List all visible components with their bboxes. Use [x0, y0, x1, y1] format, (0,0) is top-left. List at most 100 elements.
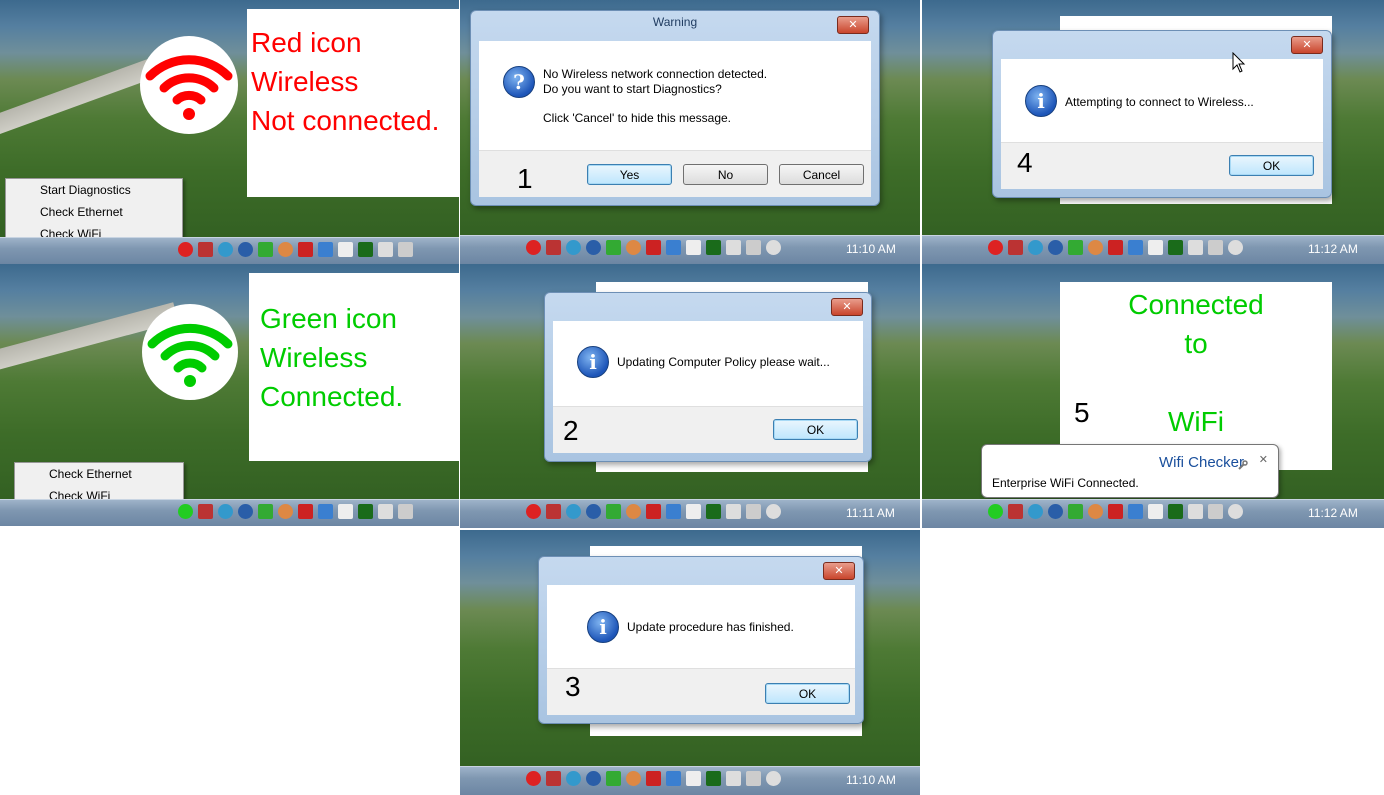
signal-icon[interactable]: [1208, 240, 1223, 255]
clipboard-icon[interactable]: [686, 240, 701, 255]
sync-tray-icon[interactable]: [1028, 504, 1043, 519]
app-tray-icon[interactable]: [626, 771, 641, 786]
display-tray-icon[interactable]: [666, 240, 681, 255]
clock[interactable]: 11:10 AM: [846, 773, 896, 787]
clipboard-icon[interactable]: [338, 242, 353, 257]
clipboard-icon[interactable]: [686, 771, 701, 786]
chip-icon[interactable]: [1168, 240, 1183, 255]
menu-start-diagnostics[interactable]: Start Diagnostics: [6, 179, 182, 201]
flag-icon[interactable]: [726, 504, 741, 519]
network-tray-icon[interactable]: [198, 242, 213, 257]
network-tray-icon[interactable]: [1008, 240, 1023, 255]
balloon-close-button[interactable]: ✕: [1259, 453, 1268, 466]
flag-icon[interactable]: [1188, 504, 1203, 519]
wifi-tray-icon[interactable]: [178, 242, 193, 257]
menu-check-ethernet[interactable]: Check Ethernet: [15, 463, 183, 485]
sync-tray-icon[interactable]: [566, 504, 581, 519]
network-tray-icon[interactable]: [546, 504, 561, 519]
wifi-tray-icon[interactable]: [988, 240, 1003, 255]
chip-icon[interactable]: [1168, 504, 1183, 519]
clock[interactable]: 11:12 AM: [1308, 242, 1358, 256]
ok-button[interactable]: OK: [765, 683, 850, 704]
sync-tray-icon[interactable]: [566, 771, 581, 786]
sync-tray-icon[interactable]: [218, 242, 233, 257]
pdf-tray-icon[interactable]: [298, 504, 313, 519]
sync-tray-icon[interactable]: [1028, 240, 1043, 255]
sync-tray-icon[interactable]: [566, 240, 581, 255]
app-tray-icon[interactable]: [278, 242, 293, 257]
signal-icon[interactable]: [398, 242, 413, 257]
cancel-button[interactable]: Cancel: [779, 164, 864, 185]
bluetooth-icon[interactable]: [238, 504, 253, 519]
ok-button[interactable]: OK: [1229, 155, 1314, 176]
pdf-tray-icon[interactable]: [1108, 240, 1123, 255]
wifi-tray-icon[interactable]: [526, 504, 541, 519]
wifi-tray-icon[interactable]: [178, 504, 193, 519]
chip-icon[interactable]: [706, 240, 721, 255]
wifi-tray-icon[interactable]: [526, 240, 541, 255]
pdf-tray-icon[interactable]: [646, 771, 661, 786]
bluetooth-icon[interactable]: [586, 771, 601, 786]
clipboard-icon[interactable]: [1148, 504, 1163, 519]
clipboard-icon[interactable]: [686, 504, 701, 519]
sync-tray-icon[interactable]: [218, 504, 233, 519]
display-tray-icon[interactable]: [318, 504, 333, 519]
flag-icon[interactable]: [1188, 240, 1203, 255]
notification-balloon[interactable]: Wifi Checker ✕ Enterprise WiFi Connected…: [981, 444, 1279, 498]
security-icon[interactable]: [606, 771, 621, 786]
network-tray-icon[interactable]: [546, 240, 561, 255]
signal-icon[interactable]: [746, 771, 761, 786]
signal-icon[interactable]: [746, 504, 761, 519]
display-tray-icon[interactable]: [666, 771, 681, 786]
volume-icon[interactable]: [1228, 240, 1243, 255]
app-tray-icon[interactable]: [278, 504, 293, 519]
display-tray-icon[interactable]: [666, 504, 681, 519]
volume-icon[interactable]: [766, 240, 781, 255]
no-button[interactable]: No: [683, 164, 768, 185]
security-icon[interactable]: [258, 242, 273, 257]
bluetooth-icon[interactable]: [586, 240, 601, 255]
close-button[interactable]: ✕: [823, 562, 855, 580]
flag-icon[interactable]: [378, 504, 393, 519]
wifi-tray-icon[interactable]: [526, 771, 541, 786]
clock[interactable]: 11:10 AM: [846, 242, 896, 256]
volume-icon[interactable]: [766, 771, 781, 786]
pdf-tray-icon[interactable]: [298, 242, 313, 257]
bluetooth-icon[interactable]: [586, 504, 601, 519]
bluetooth-icon[interactable]: [238, 242, 253, 257]
signal-icon[interactable]: [1208, 504, 1223, 519]
app-tray-icon[interactable]: [1088, 240, 1103, 255]
clipboard-icon[interactable]: [1148, 240, 1163, 255]
clipboard-icon[interactable]: [338, 504, 353, 519]
pdf-tray-icon[interactable]: [646, 240, 661, 255]
app-tray-icon[interactable]: [1088, 504, 1103, 519]
security-icon[interactable]: [606, 504, 621, 519]
network-tray-icon[interactable]: [198, 504, 213, 519]
close-button[interactable]: ✕: [837, 16, 869, 34]
chip-icon[interactable]: [706, 504, 721, 519]
display-tray-icon[interactable]: [318, 242, 333, 257]
flag-icon[interactable]: [378, 242, 393, 257]
display-tray-icon[interactable]: [1128, 504, 1143, 519]
wrench-icon[interactable]: [1238, 455, 1248, 470]
flag-icon[interactable]: [726, 240, 741, 255]
chip-icon[interactable]: [706, 771, 721, 786]
flag-icon[interactable]: [726, 771, 741, 786]
volume-icon[interactable]: [766, 504, 781, 519]
security-icon[interactable]: [606, 240, 621, 255]
signal-icon[interactable]: [746, 240, 761, 255]
display-tray-icon[interactable]: [1128, 240, 1143, 255]
pdf-tray-icon[interactable]: [646, 504, 661, 519]
close-button[interactable]: ✕: [1291, 36, 1323, 54]
network-tray-icon[interactable]: [1008, 504, 1023, 519]
chip-icon[interactable]: [358, 242, 373, 257]
chip-icon[interactable]: [358, 504, 373, 519]
security-icon[interactable]: [1068, 240, 1083, 255]
app-tray-icon[interactable]: [626, 504, 641, 519]
volume-icon[interactable]: [1228, 504, 1243, 519]
menu-check-ethernet[interactable]: Check Ethernet: [6, 201, 182, 223]
bluetooth-icon[interactable]: [1048, 240, 1063, 255]
close-button[interactable]: ✕: [831, 298, 863, 316]
pdf-tray-icon[interactable]: [1108, 504, 1123, 519]
signal-icon[interactable]: [398, 504, 413, 519]
